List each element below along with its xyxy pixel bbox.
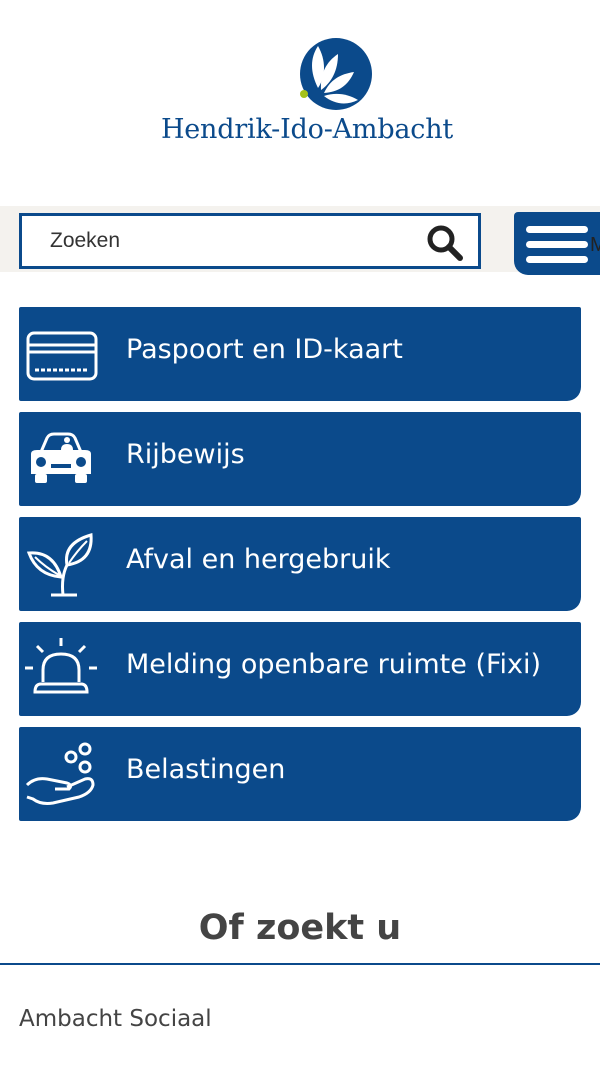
tile-belastingen[interactable]: Belastingen (19, 727, 581, 821)
tile-label: Afval en hergebruik (126, 544, 391, 575)
tile-paspoort[interactable]: Paspoort en ID-kaart (19, 307, 581, 401)
search-box (19, 213, 481, 269)
site-logo[interactable]: Hendrik-Ido-Ambacht (0, 30, 600, 160)
section-title: Of zoekt u (198, 908, 402, 948)
tile-rijbewijs[interactable]: Rijbewijs (19, 412, 581, 506)
coins-hand-icon (25, 742, 95, 805)
tile-afval[interactable]: Afval en hergebruik (19, 517, 581, 611)
page: Hendrik-Ido-Ambacht M (0, 0, 600, 1065)
menu-label: M (590, 234, 600, 256)
hamburger-icon (526, 226, 588, 263)
tile-label: Melding openbare ruimte (Fixi) (126, 649, 542, 680)
menu-button[interactable]: M (514, 212, 600, 275)
tile-melding[interactable]: Melding openbare ruimte (Fixi) (19, 622, 581, 716)
car-icon (31, 432, 91, 483)
quick-links: Paspoort en ID-kaart Rijbewijs Afval en … (19, 307, 581, 832)
search-bar: M (0, 206, 600, 275)
tile-label: Rijbewijs (126, 439, 245, 470)
alarm-light-icon (25, 638, 97, 694)
link-ambacht-sociaal[interactable]: Ambacht Sociaal (19, 1006, 212, 1032)
search-input[interactable] (50, 216, 420, 266)
logo-text: Hendrik-Ido-Ambacht (160, 114, 454, 145)
search-icon[interactable] (426, 224, 464, 262)
id-card-icon (26, 331, 98, 381)
tile-label: Paspoort en ID-kaart (126, 334, 403, 365)
tile-label: Belastingen (126, 754, 286, 785)
section-divider (0, 963, 600, 965)
leaf-icon (26, 533, 93, 597)
flower-logo-icon (300, 38, 372, 110)
